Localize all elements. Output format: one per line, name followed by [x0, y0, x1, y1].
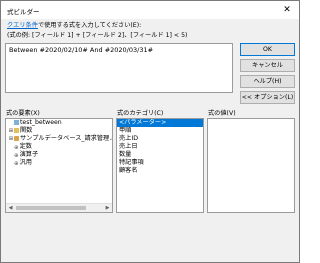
- options-button[interactable]: << オプション(L): [240, 91, 295, 104]
- elements-label: 式の要素(X): [6, 110, 40, 117]
- category-item[interactable]: 売上ID: [117, 135, 203, 143]
- help-button[interactable]: ヘルプ(H): [240, 75, 295, 88]
- plus-icon: ⊕: [14, 160, 19, 167]
- cancel-button[interactable]: キャンセル: [240, 59, 295, 72]
- ok-button[interactable]: OK: [240, 43, 295, 56]
- tree-item-label: 演算子: [19, 151, 39, 158]
- plus-icon: ⊕: [14, 152, 19, 159]
- horizontal-scrollbar[interactable]: ◀ ▶: [6, 203, 112, 212]
- tree-item-label: test_between: [20, 119, 62, 126]
- category-item[interactable]: 数量: [117, 151, 203, 159]
- tree-item[interactable]: ⊕汎用: [6, 159, 112, 167]
- expression-input[interactable]: Between #2020/02/10# And #2020/03/31#: [5, 43, 233, 93]
- tree-item[interactable]: test_between: [6, 119, 112, 127]
- tree-item[interactable]: ⊕定数: [6, 143, 112, 151]
- category-item[interactable]: 顧客名: [117, 167, 203, 175]
- category-item[interactable]: 甲順: [117, 127, 203, 135]
- scroll-left-icon[interactable]: ◀: [6, 204, 15, 212]
- plus-icon: ⊕: [14, 144, 19, 151]
- expression-values-list[interactable]: [207, 118, 295, 213]
- category-item[interactable]: <パラメーター>: [117, 119, 203, 127]
- tree-item-label: 関数: [20, 127, 33, 134]
- category-item[interactable]: 特記事項: [117, 159, 203, 167]
- tree-item[interactable]: ⊞ 関数: [6, 127, 112, 135]
- example-text: (式の例: [フィールド 1] + [フィールド 2]、[フィールド 1] < …: [7, 32, 188, 39]
- tree-item[interactable]: ⊞サンプルデータベース_請求管理.accdb: [6, 135, 112, 143]
- tree-item[interactable]: ⊕演算子: [6, 151, 112, 159]
- tree-item-label: サンプルデータベース_請求管理.accdb: [20, 135, 112, 142]
- instructions: クエリ条件で使用する式を入力してください(E):: [7, 21, 141, 30]
- category-item[interactable]: 売上日: [117, 143, 203, 151]
- db-icon: [14, 135, 19, 141]
- table-icon: [14, 119, 19, 125]
- tree-item-label: 汎用: [19, 159, 32, 166]
- values-label: 式の値(V): [208, 110, 236, 117]
- expression-elements-tree[interactable]: test_between⊞関数⊞サンプルデータベース_請求管理.accdb⊕定数…: [5, 118, 113, 213]
- categories-label: 式のカテゴリ(C): [117, 110, 164, 117]
- tree-item-label: 定数: [19, 143, 32, 150]
- title-bar: 式ビルダー ✕: [1, 1, 299, 19]
- dialog-title: 式ビルダー: [7, 8, 40, 16]
- close-icon[interactable]: ✕: [275, 1, 299, 19]
- instruction-text: で使用する式を入力してください(E):: [37, 22, 142, 29]
- expression-categories-list[interactable]: <パラメーター> 甲順 売上ID 売上日 数量 特記事項 顧客名: [116, 118, 204, 213]
- folder-icon: [14, 127, 19, 133]
- scroll-right-icon[interactable]: ▶: [103, 204, 112, 212]
- query-criteria-link[interactable]: クエリ条件: [7, 22, 38, 29]
- scrollbar-thumb[interactable]: [16, 206, 86, 210]
- expression-builder-dialog: 式ビルダー ✕ クエリ条件で使用する式を入力してください(E): (式の例: […: [0, 0, 300, 263]
